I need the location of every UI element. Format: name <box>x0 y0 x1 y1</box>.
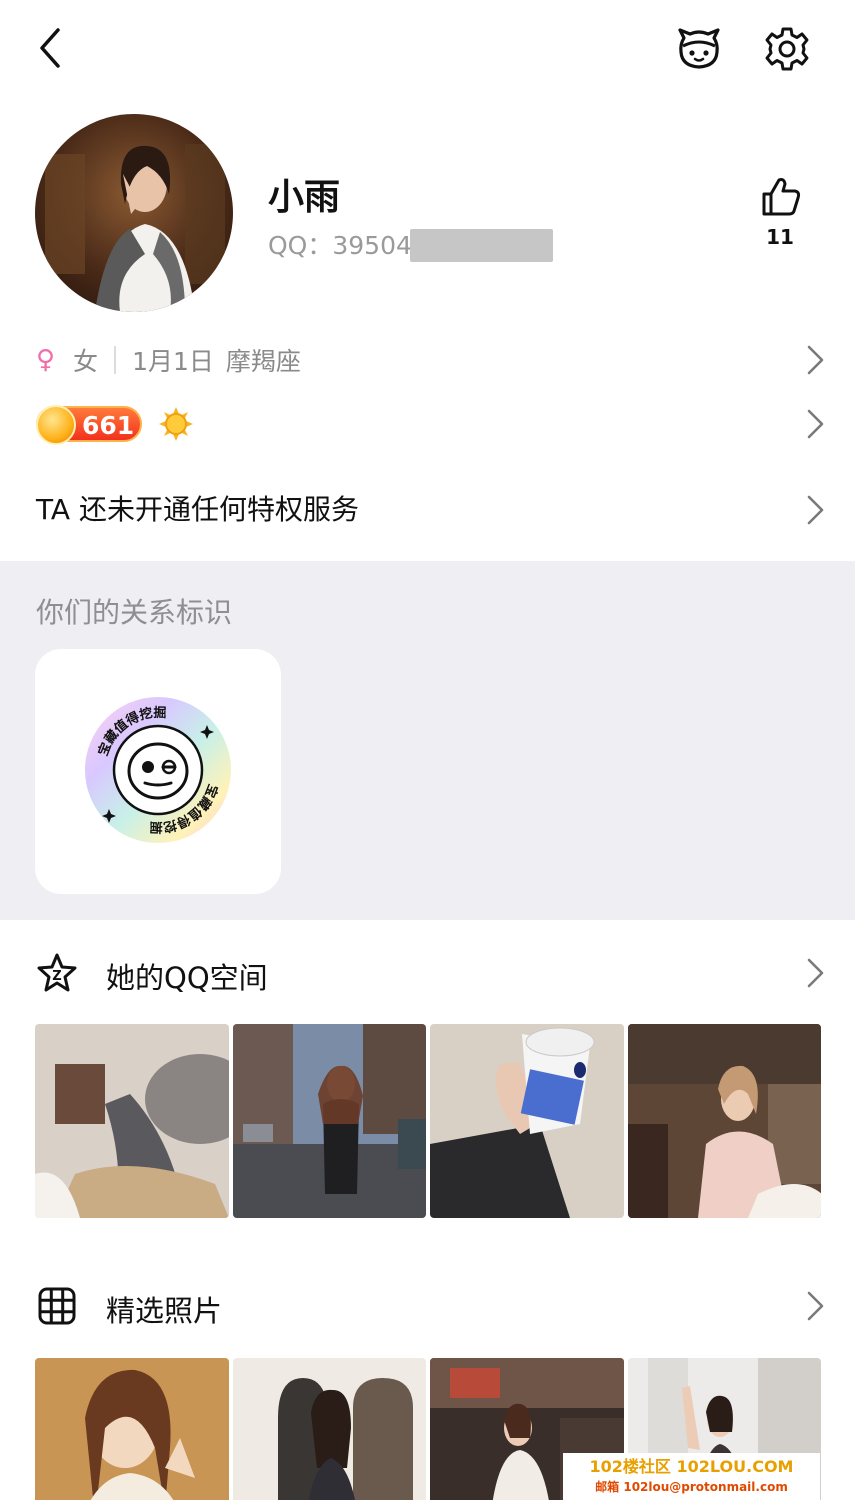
qzone-row[interactable]: Z 她的QQ空间 <box>36 946 826 1000</box>
back-button[interactable] <box>30 24 74 72</box>
female-icon: ♀ <box>36 345 56 375</box>
level-row[interactable]: 661 <box>36 402 826 446</box>
qzone-photo[interactable] <box>35 1024 229 1218</box>
settings-button[interactable] <box>762 24 812 74</box>
qzone-star-icon: Z <box>37 953 77 992</box>
relationship-card[interactable]: 宝藏值得挖掘 宝藏值得挖掘 <box>35 649 281 894</box>
watermark: 102楼社区 102LOU.COM 邮箱 102lou@protonmail.c… <box>563 1453 820 1500</box>
chevron-right-icon <box>807 958 824 988</box>
watermark-line1: 102楼社区 102LOU.COM <box>589 1457 794 1476</box>
relationship-badge-icon: 宝藏值得挖掘 宝藏值得挖掘 <box>85 697 231 843</box>
zodiac-text: 摩羯座 <box>225 347 301 376</box>
like-button[interactable] <box>758 174 804 218</box>
thumbs-up-icon <box>762 178 801 216</box>
selected-photo[interactable] <box>232 1358 426 1500</box>
chevron-right-icon <box>807 409 824 439</box>
svg-text:Z: Z <box>52 969 61 984</box>
selected-photo[interactable] <box>35 1358 229 1500</box>
basic-info-row[interactable]: ♀ 女 1月1日 摩羯座 <box>36 338 826 382</box>
qzone-photo[interactable] <box>232 1024 426 1218</box>
qq-redaction-mask <box>410 229 553 262</box>
relationship-title: 你们的关系标识 <box>36 596 233 629</box>
chevron-right-icon <box>807 1291 824 1321</box>
like-count: 11 <box>766 225 794 249</box>
pet-button[interactable] <box>674 24 724 74</box>
qzone-photo[interactable] <box>430 1024 624 1218</box>
gear-icon <box>765 27 809 71</box>
privilege-row[interactable]: TA 还未开通任何特权服务 <box>36 488 826 536</box>
back-arrow-icon <box>40 28 60 68</box>
divider <box>114 346 117 374</box>
qzone-label: 她的QQ空间 <box>106 961 268 995</box>
level-badge: 661 <box>36 405 142 445</box>
qzone-photo[interactable] <box>627 1024 821 1218</box>
privilege-text: TA 还未开通任何特权服务 <box>36 493 359 526</box>
crown-coin-icon <box>36 405 76 445</box>
qq-label: QQ： <box>268 231 333 260</box>
avatar[interactable] <box>35 114 233 312</box>
top-bar <box>0 0 855 96</box>
qzone-photo-grid <box>35 1024 821 1218</box>
birthday-text: 1月1日 <box>132 347 214 376</box>
relationship-section: 你们的关系标识 宝藏值得挖掘 宝藏值得挖掘 <box>0 561 855 920</box>
chevron-right-icon <box>807 345 824 375</box>
gender-text: 女 <box>73 347 99 376</box>
grid-icon <box>38 1287 76 1325</box>
chevron-right-icon <box>807 495 824 525</box>
photos-row[interactable]: 精选照片 <box>36 1279 826 1333</box>
qq-number: QQ：39504 <box>268 226 412 262</box>
photos-label: 精选照片 <box>106 1294 223 1328</box>
profile-name: 小雨 <box>268 177 341 218</box>
qq-prefix: 39504 <box>332 231 412 260</box>
watermark-line2: 邮箱 102lou@protonmail.com <box>595 1480 788 1494</box>
level-number: 661 <box>82 411 135 440</box>
sun-icon <box>159 407 193 441</box>
pet-icon <box>678 28 720 69</box>
